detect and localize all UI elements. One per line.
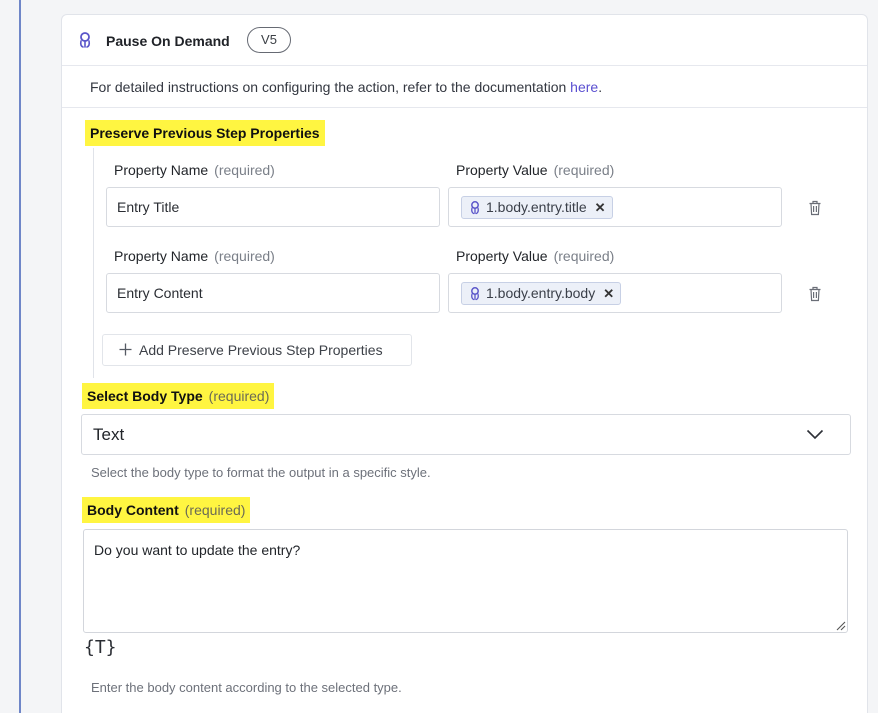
body-type-section-label: Select Body Type (required) (82, 383, 275, 409)
add-preserve-property-label: Add Preserve Previous Step Properties (139, 342, 383, 358)
required-tag: (required) (553, 162, 615, 178)
remove-chip-icon[interactable]: ✕ (603, 283, 614, 304)
chevron-down-icon (806, 429, 824, 440)
documentation-link[interactable]: here (570, 79, 598, 95)
property-value-input[interactable]: 1.body.entry.body ✕ (448, 273, 782, 313)
property-name-input[interactable]: Entry Title (106, 187, 440, 227)
property-value-label: Property Value (required) (456, 248, 614, 264)
body-content-help-text: Enter the body content according to the … (91, 680, 402, 695)
properties-group-rule (93, 148, 94, 378)
property-name-input[interactable]: Entry Content (106, 273, 440, 313)
body-type-value: Text (93, 425, 125, 444)
required-tag: (required) (214, 162, 275, 178)
variable-chip[interactable]: 1.body.entry.body ✕ (461, 282, 622, 305)
body-type-select[interactable]: Text (81, 414, 851, 455)
property-name-label-text: Property Name (114, 162, 209, 178)
variable-icon (471, 287, 479, 301)
property-value-label: Property Value (required) (456, 162, 614, 178)
body-content-title: Body Content (87, 502, 179, 518)
left-border-line (19, 0, 21, 713)
version-badge[interactable]: V5 (247, 27, 291, 53)
property-value-label-text: Property Value (456, 248, 548, 264)
app-logo-icon (79, 32, 91, 48)
header-divider (62, 107, 867, 108)
required-tag: (required) (184, 502, 246, 518)
property-value-input[interactable]: 1.body.entry.title ✕ (448, 187, 782, 227)
documentation-note: For detailed instructions on configuring… (90, 79, 602, 95)
body-content-textarea[interactable]: Do you want to update the entry? (83, 529, 848, 633)
doc-suffix: . (598, 79, 603, 95)
property-name-label: Property Name (required) (114, 162, 275, 178)
variable-chip[interactable]: 1.body.entry.title ✕ (461, 196, 613, 219)
template-variable-icon[interactable]: {T} (84, 637, 117, 658)
preserve-section-label: Preserve Previous Step Properties (85, 120, 325, 146)
trash-icon[interactable] (808, 200, 822, 216)
required-tag: (required) (214, 248, 275, 264)
plus-icon (119, 343, 132, 356)
action-header: Pause On Demand V5 (62, 15, 867, 66)
doc-text: For detailed instructions on configuring… (90, 79, 567, 95)
required-tag: (required) (553, 248, 615, 264)
remove-chip-icon[interactable]: ✕ (595, 197, 606, 218)
action-title: Pause On Demand (106, 33, 230, 49)
action-card: Pause On Demand V5 For detailed instruct… (61, 14, 868, 713)
add-preserve-property-button[interactable]: Add Preserve Previous Step Properties (102, 334, 412, 366)
property-name-label: Property Name (required) (114, 248, 275, 264)
resize-handle-icon[interactable] (834, 619, 846, 631)
body-type-title: Select Body Type (87, 388, 203, 404)
variable-chip-label: 1.body.entry.title (486, 199, 587, 215)
trash-icon[interactable] (808, 286, 822, 302)
variable-icon (471, 201, 479, 215)
body-type-help-text: Select the body type to format the outpu… (91, 465, 431, 480)
body-content-value: Do you want to update the entry? (94, 542, 301, 558)
required-tag: (required) (208, 388, 270, 404)
property-name-label-text: Property Name (114, 248, 209, 264)
property-value-label-text: Property Value (456, 162, 548, 178)
body-content-section-label: Body Content (required) (82, 497, 251, 523)
variable-chip-label: 1.body.entry.body (486, 285, 596, 301)
preserve-section-title: Preserve Previous Step Properties (90, 125, 320, 141)
